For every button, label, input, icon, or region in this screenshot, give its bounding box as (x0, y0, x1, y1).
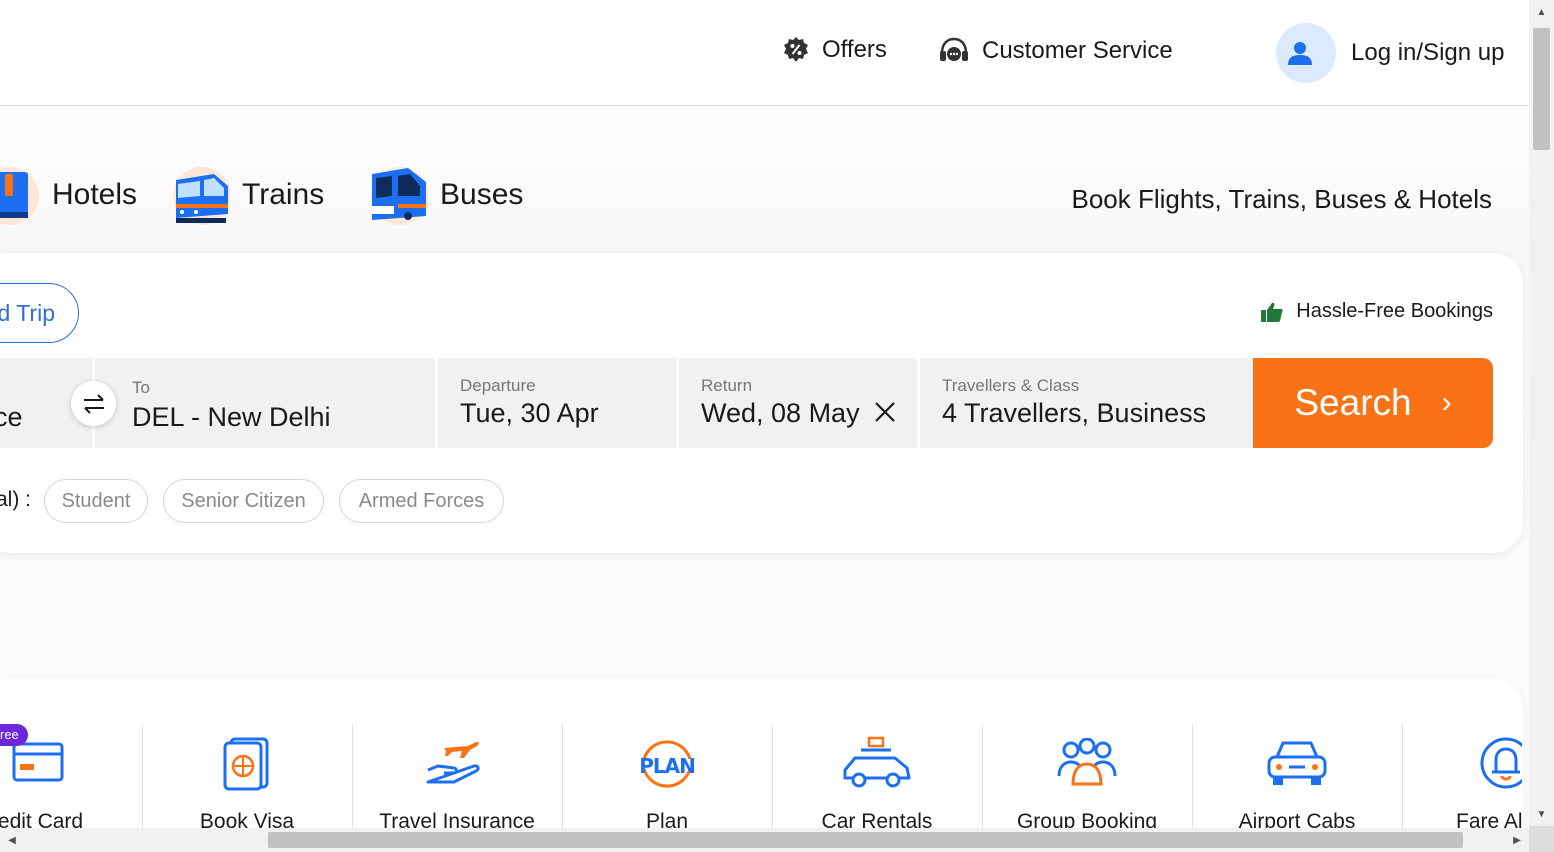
to-label: To (132, 378, 150, 397)
customer-service-label: Customer Service (982, 37, 1173, 64)
bell-icon (1469, 734, 1522, 792)
page-tagline: Book Flights, Trains, Buses & Hotels (1071, 184, 1492, 214)
special-fare-label: al) : (0, 488, 32, 511)
service-plan[interactable]: PLAN Plan (562, 724, 772, 844)
passport-icon (210, 734, 284, 792)
car-rental-icon (840, 734, 914, 792)
travellers-field[interactable]: Travellers & Class 4 Travellers, Busines… (920, 358, 1253, 448)
departure-value: Tue, 30 Apr (460, 398, 599, 428)
scroll-right-arrow-icon[interactable]: ▶ (1505, 828, 1529, 852)
hassle-free-label: Hassle-Free Bookings (1296, 300, 1493, 322)
swap-button[interactable] (71, 381, 116, 426)
plan-icon: PLAN (630, 734, 704, 792)
scroll-down-arrow-icon[interactable]: ▼ (1529, 802, 1554, 826)
service-airport-cabs[interactable]: Airport Cabs (1192, 724, 1402, 844)
thumbs-up-icon (1261, 302, 1283, 322)
cab-icon (1260, 734, 1334, 792)
fare-chip-senior-citizen[interactable]: Senior Citizen (163, 479, 324, 523)
scrollbar-corner (1529, 826, 1554, 852)
vertical-scrollbar[interactable]: ▲ ▼ (1529, 0, 1554, 826)
login-button[interactable]: Log in/Sign up (1276, 23, 1504, 83)
tab-buses[interactable]: Buses (368, 160, 523, 230)
hotel-icon (0, 160, 40, 230)
swap-arrows-icon (83, 393, 104, 414)
train-icon (170, 160, 230, 230)
tab-trains[interactable]: Trains (170, 160, 324, 230)
horizontal-scroll-thumb[interactable] (268, 832, 1463, 848)
travellers-label: Travellers & Class (942, 376, 1080, 395)
insurance-icon (420, 734, 494, 792)
return-label: Return (701, 376, 753, 395)
service-group-booking[interactable]: Group Booking (982, 724, 1192, 844)
scroll-up-arrow-icon[interactable]: ▲ (1529, 0, 1554, 24)
headset-icon (940, 37, 968, 61)
service-book-visa[interactable]: Book Visa (142, 724, 352, 844)
user-icon (1288, 42, 1312, 65)
trip-type-round-trip[interactable]: d Trip (0, 283, 79, 343)
search-button[interactable]: Search › (1253, 358, 1493, 448)
offers-label: Offers (822, 36, 887, 63)
tab-hotels[interactable]: Hotels (0, 160, 137, 230)
fare-chip-armed-forces[interactable]: Armed Forces (339, 479, 504, 523)
offers-link[interactable]: Offers (782, 36, 887, 64)
return-field[interactable]: Return Wed, 08 May (679, 358, 917, 448)
bus-icon (368, 160, 428, 230)
to-field[interactable]: To DEL - New Delhi (95, 358, 435, 448)
offer-badge-icon (784, 37, 808, 62)
tab-trains-label: Trains (242, 178, 325, 211)
service-fare-alerts[interactable]: Fare Al (1402, 724, 1522, 844)
service-car-rentals[interactable]: Car Rentals (772, 724, 982, 844)
search-button-label: Search (1294, 382, 1412, 423)
top-header: Offers Customer Service Log in/Sign up (0, 0, 1529, 106)
chevron-right-icon: › (1441, 386, 1452, 419)
from-value: ce (0, 402, 23, 432)
hassle-free-note: Hassle-Free Bookings (1260, 300, 1493, 323)
travellers-value: 4 Travellers, Business (942, 398, 1207, 428)
free-badge: ree (0, 724, 28, 746)
departure-label: Departure (460, 376, 536, 395)
to-value: DEL - New Delhi (132, 402, 331, 432)
fare-chip-student[interactable]: Student (44, 479, 148, 523)
clear-return-icon[interactable] (873, 400, 897, 424)
customer-service-link[interactable]: Customer Service (938, 36, 1173, 66)
group-icon (1050, 734, 1124, 792)
service-travel-insurance[interactable]: Travel Insurance (352, 724, 562, 844)
tab-buses-label: Buses (440, 178, 524, 211)
vertical-scroll-thumb[interactable] (1533, 28, 1550, 150)
login-label: Log in/Sign up (1351, 39, 1505, 66)
return-value: Wed, 08 May (701, 398, 860, 428)
avatar (1276, 23, 1336, 83)
departure-field[interactable]: Departure Tue, 30 Apr (438, 358, 676, 448)
tab-hotels-label: Hotels (52, 178, 138, 211)
scroll-left-arrow-icon[interactable]: ◀ (0, 828, 24, 852)
svg-text:PLAN: PLAN (639, 754, 695, 778)
horizontal-scrollbar[interactable]: ◀ ▶ (0, 828, 1529, 852)
